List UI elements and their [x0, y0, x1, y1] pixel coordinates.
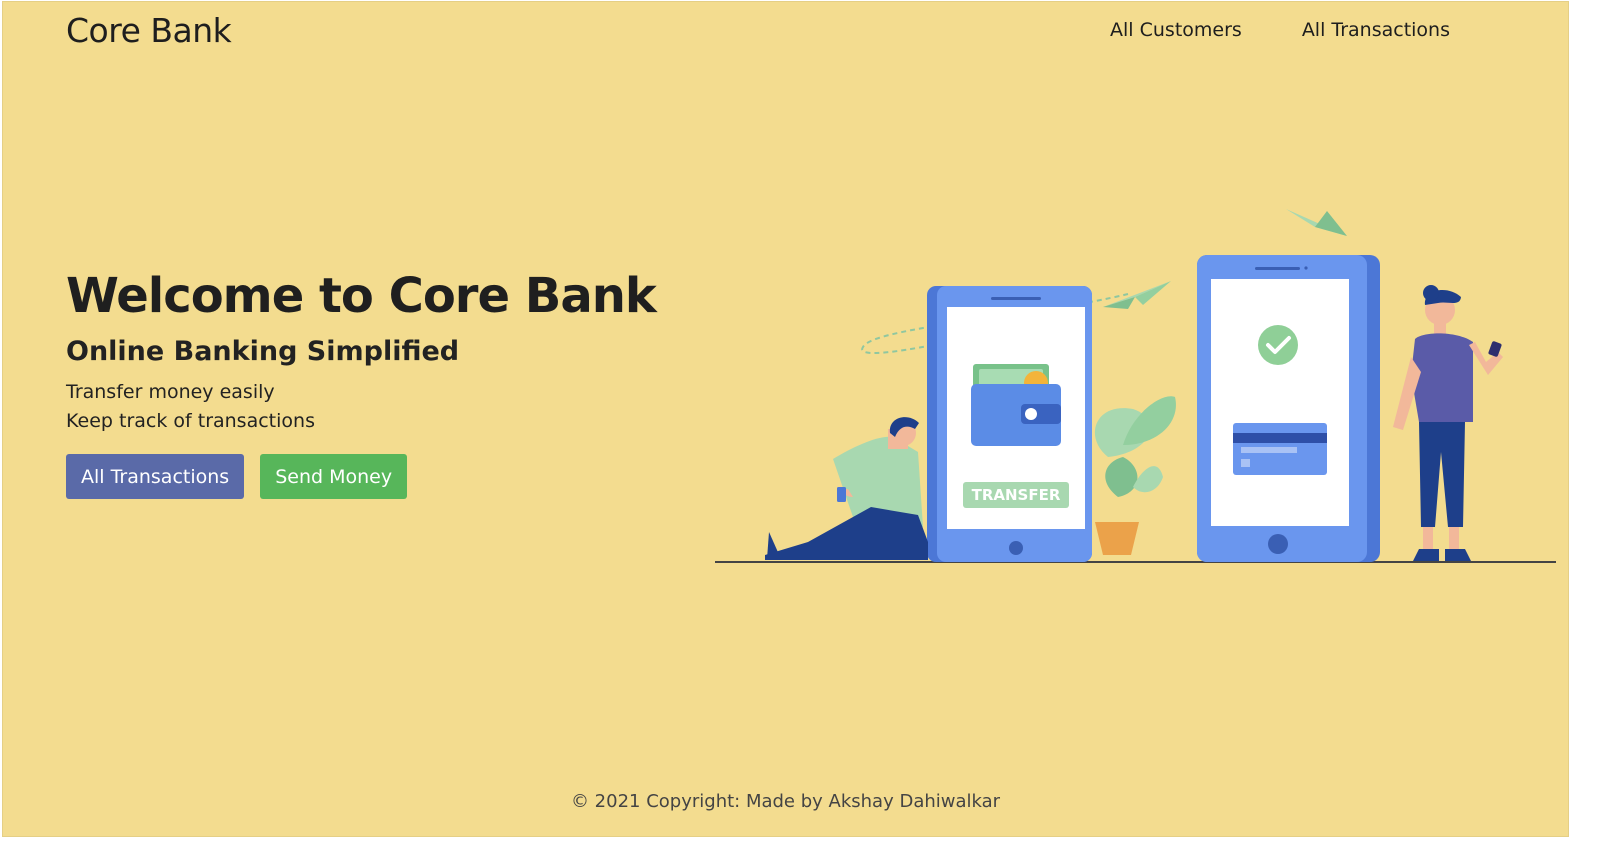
transfer-label: TRANSFER — [972, 486, 1061, 504]
check-icon — [1258, 325, 1298, 365]
paper-plane-icon-top — [1286, 209, 1347, 236]
hero-section: Welcome to Core Bank Online Banking Simp… — [66, 268, 706, 499]
send-money-button[interactable]: Send Money — [260, 454, 408, 499]
hero-line-track: Keep track of transactions — [66, 410, 315, 432]
navbar-links: All Customers All Transactions — [1110, 19, 1450, 41]
plant-icon — [1094, 396, 1176, 555]
credit-card-icon — [1233, 423, 1327, 475]
page: Core Bank All Customers All Transactions… — [2, 1, 1569, 837]
paper-plane-icon — [1103, 281, 1171, 309]
nav-link-all-transactions[interactable]: All Transactions — [1302, 19, 1450, 41]
phone-left: TRANSFER — [927, 286, 1092, 562]
standing-woman-illustration — [1393, 285, 1503, 561]
footer-copyright: © 2021 Copyright: Made by Akshay Dahiwal… — [570, 791, 1001, 812]
hero-buttons: All Transactions Send Money — [66, 454, 706, 499]
navbar-brand[interactable]: Core Bank — [66, 11, 232, 50]
hero-title: Welcome to Core Bank — [66, 268, 657, 324]
hero-illustration: TRANSFER — [715, 209, 1556, 563]
phone-right — [1197, 255, 1380, 562]
wallet-icon — [971, 364, 1061, 446]
hero-line-transfer: Transfer money easily — [66, 381, 275, 403]
all-transactions-button[interactable]: All Transactions — [66, 454, 245, 499]
hero-subtitle: Online Banking Simplified — [66, 336, 460, 367]
sitting-man-illustration — [765, 417, 928, 560]
nav-link-all-customers[interactable]: All Customers — [1110, 19, 1242, 41]
